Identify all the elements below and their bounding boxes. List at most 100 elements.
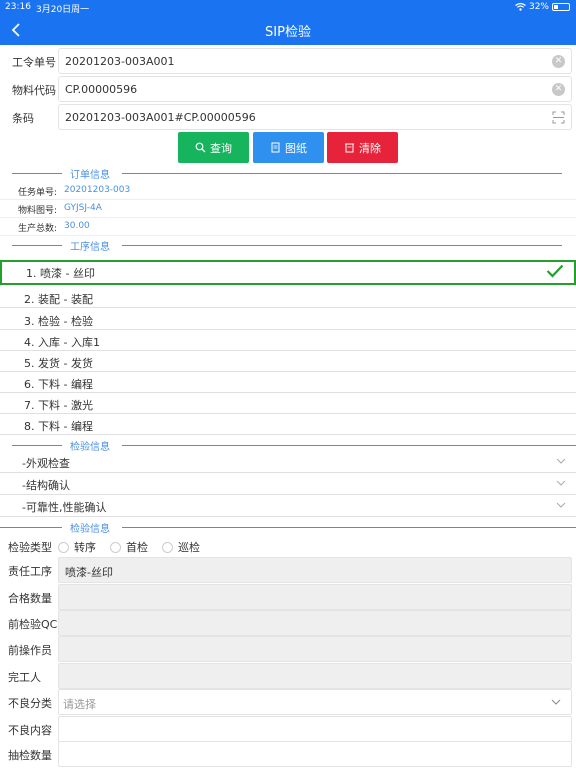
chevron-down-icon: [556, 502, 566, 508]
chevron-down-icon: [551, 699, 561, 705]
chevron-down-icon: [556, 480, 566, 486]
work-order-label: 工令单号: [12, 56, 56, 69]
status-bar: 23:16 3月20日周一 32%: [0, 0, 576, 15]
task-number-value: 20201203-003: [64, 185, 131, 195]
sample-quantity-row: 抽检数量: [0, 741, 576, 767]
inspection-item[interactable]: -外观检查: [0, 451, 576, 473]
work-order-row: 工令单号 20201203-003A001 ✕: [0, 47, 576, 75]
inspection-item[interactable]: -结构确认: [0, 473, 576, 495]
finisher-row: 完工人: [0, 663, 576, 689]
process-info-header: 工序信息: [0, 238, 576, 253]
chevron-down-icon: [556, 458, 566, 464]
barcode-value: 20201203-003A001#CP.00000596: [65, 111, 256, 124]
drawing-button[interactable]: 图纸: [253, 132, 324, 163]
order-info-title: 订单信息: [70, 170, 110, 181]
check-icon: [546, 264, 564, 278]
prev-operator-field[interactable]: [58, 636, 572, 662]
material-value: CP.00000596: [65, 83, 138, 96]
process-item[interactable]: 4. 入库 - 入库1: [0, 330, 576, 351]
clear-icon[interactable]: ✕: [552, 83, 565, 96]
inspection-form-title: 检验信息: [70, 524, 110, 535]
production-total-label: 生产总数:: [18, 224, 58, 234]
drawing-label: 图纸: [285, 141, 307, 155]
qualified-quantity-row: 合格数量: [0, 584, 576, 610]
inspection-type-label: 检验类型: [8, 541, 52, 554]
process-item-label: 6. 下料 - 编程: [24, 378, 93, 391]
process-item[interactable]: 8. 下料 - 编程: [0, 414, 576, 435]
responsible-process-field: 喷漆-丝印: [58, 557, 572, 583]
document-icon: [271, 142, 280, 153]
status-time: 23:16: [5, 2, 31, 12]
battery-icon: [552, 3, 570, 11]
radio-first-inspection[interactable]: 首检: [110, 539, 148, 555]
process-item-label: 4. 入库 - 入库1: [24, 336, 100, 349]
scan-icon[interactable]: [552, 111, 565, 124]
process-item[interactable]: 2. 装配 - 装配: [0, 287, 576, 308]
radio-transfer-label: 转序: [74, 541, 96, 554]
responsible-process-value: 喷漆-丝印: [65, 566, 113, 579]
figure-number-value: GYJSJ-4A: [64, 203, 102, 213]
status-right: 32%: [515, 2, 570, 12]
radio-first-inspection-label: 首检: [126, 541, 148, 554]
process-item-label: 3. 检验 - 检验: [24, 315, 93, 328]
nav-bar: SIP检验: [0, 15, 576, 45]
process-info-title: 工序信息: [70, 242, 110, 253]
prev-operator-label: 前操作员: [8, 644, 52, 657]
search-icon: [195, 142, 206, 153]
page-title: SIP检验: [265, 25, 311, 40]
figure-number-label: 物料图号:: [18, 206, 58, 216]
clear-icon[interactable]: ✕: [552, 55, 565, 68]
defect-type-row: 不良分类 请选择: [0, 689, 576, 715]
material-input[interactable]: CP.00000596 ✕: [58, 76, 572, 102]
responsible-process-label: 责任工序: [8, 565, 52, 578]
wifi-icon: [515, 3, 526, 11]
process-item-label: 8. 下料 - 编程: [24, 420, 93, 433]
barcode-input[interactable]: 20201203-003A001#CP.00000596: [58, 104, 572, 130]
work-order-value: 20201203-003A001: [65, 55, 175, 68]
pre-qc-row: 前检验QC: [0, 610, 576, 636]
process-item-label: 5. 发货 - 发货: [24, 357, 93, 370]
barcode-label: 条码: [12, 112, 34, 125]
query-label: 查询: [210, 141, 232, 155]
radio-transfer[interactable]: 转序: [58, 539, 96, 555]
inspection-items-header: 检验信息: [0, 438, 576, 453]
figure-number-row: 物料图号: GYJSJ-4A: [0, 200, 576, 218]
inspection-form-header: 检验信息: [0, 520, 576, 535]
process-item-label: 1. 喷漆 - 丝印: [26, 267, 95, 280]
inspection-item[interactable]: -可靠性,性能确认: [0, 495, 576, 517]
radio-circle[interactable]: [110, 541, 121, 553]
process-item[interactable]: 1. 喷漆 - 丝印: [0, 260, 576, 285]
order-info-header: 订单信息: [0, 166, 576, 181]
sample-quantity-field[interactable]: [58, 741, 572, 767]
query-button[interactable]: 查询: [178, 132, 249, 163]
qualified-quantity-field[interactable]: [58, 584, 572, 610]
radio-patrol[interactable]: 巡检: [162, 539, 200, 555]
defect-type-select[interactable]: 请选择: [58, 689, 572, 715]
finisher-field[interactable]: [58, 663, 572, 689]
battery-percent: 32%: [528, 2, 549, 12]
inspection-type-row: 检验类型 转序 首检 巡检: [0, 535, 576, 557]
qualified-quantity-label: 合格数量: [8, 592, 52, 605]
task-number-label: 任务单号:: [18, 188, 58, 198]
prev-operator-row: 前操作员: [0, 636, 576, 662]
process-item[interactable]: 7. 下料 - 激光: [0, 393, 576, 414]
pre-qc-label: 前检验QC: [8, 618, 58, 631]
task-number-row: 任务单号: 20201203-003: [0, 182, 576, 200]
work-order-input[interactable]: 20201203-003A001 ✕: [58, 48, 572, 74]
responsible-process-row: 责任工序 喷漆-丝印: [0, 557, 576, 583]
process-item[interactable]: 5. 发货 - 发货: [0, 351, 576, 372]
material-label: 物料代码: [12, 84, 56, 97]
defect-content-label: 不良内容: [8, 724, 52, 737]
barcode-row: 条码 20201203-003A001#CP.00000596: [0, 103, 576, 131]
defect-content-field[interactable]: [58, 716, 572, 742]
clear-button[interactable]: 清除: [327, 132, 398, 163]
process-item[interactable]: 6. 下料 - 编程: [0, 372, 576, 393]
clear-label: 清除: [359, 141, 381, 155]
pre-qc-field[interactable]: [58, 610, 572, 636]
process-item[interactable]: 3. 检验 - 检验: [0, 309, 576, 330]
radio-circle[interactable]: [58, 541, 69, 553]
status-date: 3月20日周一: [36, 5, 90, 15]
process-item-label: 2. 装配 - 装配: [24, 293, 93, 306]
inspection-item-label: -结构确认: [22, 479, 70, 492]
radio-circle[interactable]: [162, 541, 173, 553]
